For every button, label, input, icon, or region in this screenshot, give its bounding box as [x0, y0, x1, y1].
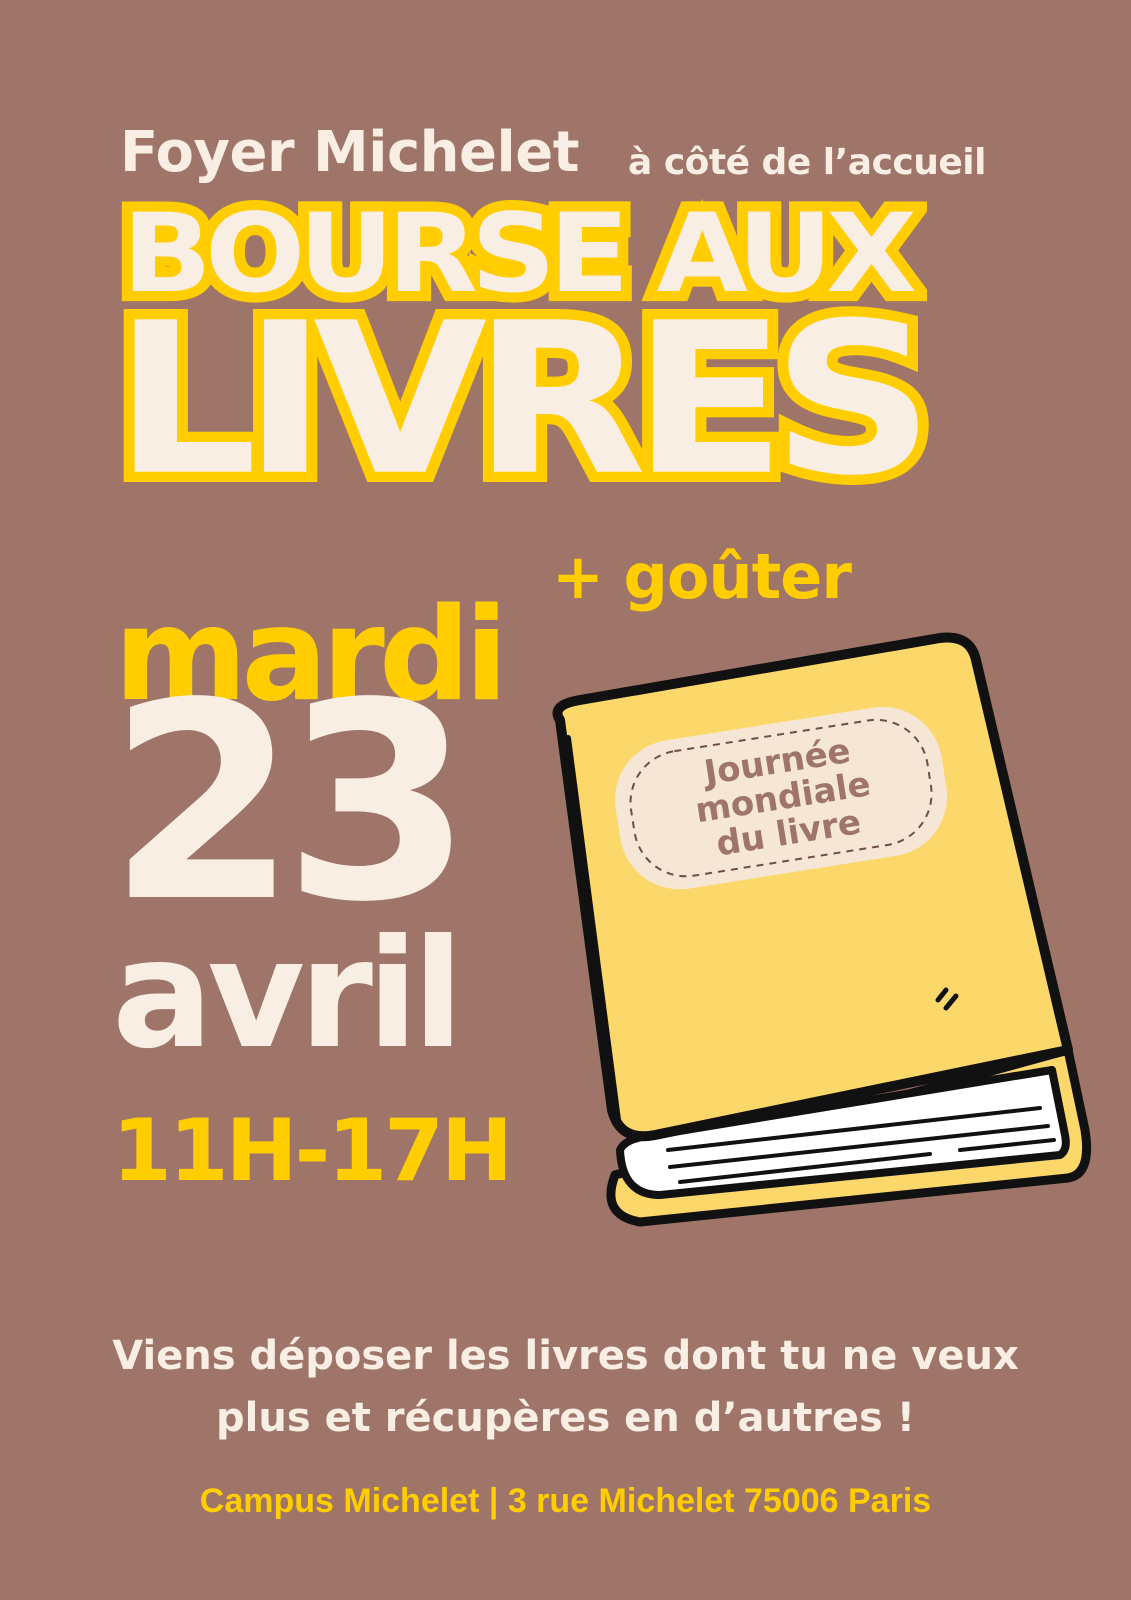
venue-name: Foyer Michelet	[120, 120, 579, 185]
description-line-1: Viens déposer les livres dont tu ne veux	[112, 1333, 1019, 1379]
event-hours: 11H-17H	[112, 1101, 513, 1201]
date-day: 23	[108, 646, 472, 962]
title-line-2: LIVRES	[103, 278, 945, 522]
date-month: avril	[112, 908, 464, 1082]
event-address: Campus Michelet | 3 rue Michelet 75006 P…	[199, 1482, 932, 1520]
snack-mention: + goûter	[552, 540, 852, 613]
description-line-2: plus et récupères en d’autres !	[216, 1395, 915, 1441]
event-description: Viens déposer les livres dont tu ne veux…	[60, 1325, 1071, 1449]
venue-location: à côté de l’accueil	[628, 142, 987, 183]
book-icon: Journée mondiale du livre	[552, 632, 1092, 1227]
